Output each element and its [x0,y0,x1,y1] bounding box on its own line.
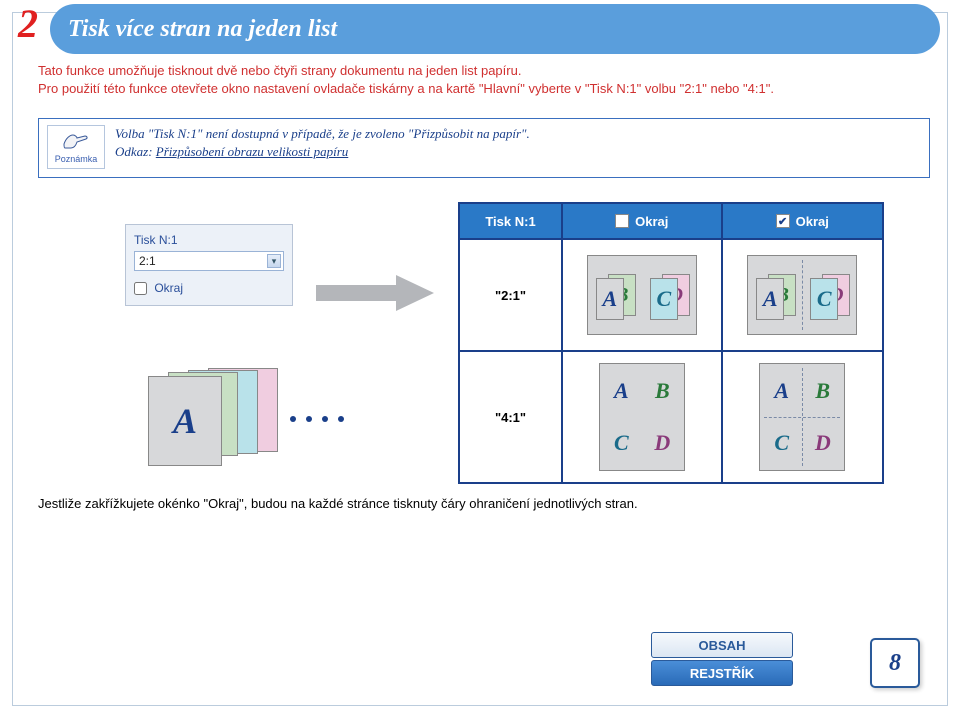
section-number: 2 [18,0,38,47]
obsah-button[interactable]: OBSAH [651,632,793,658]
ellipsis-dots [290,416,344,422]
note-body: Volba "Tisk N:1" není dostupná v případě… [115,125,530,160]
note-line1: Volba "Tisk N:1" není dostupná v případě… [115,125,530,143]
q-c: C [600,416,643,470]
hdr-okraj-off: Okraj [563,204,723,240]
page-number: 8 [870,638,920,688]
intro-p1: Tato funkce umožňuje tisknout dvě nebo č… [38,62,930,80]
cell-2to1-on: B A D C [723,240,882,352]
checkbox-on-icon: ✔ [776,214,790,228]
hdr-tisk: Tisk N:1 [460,204,563,240]
q-a2: A [760,364,803,418]
hdr-okraj-off-label: Okraj [635,214,668,229]
dlg-field-label: Tisk N:1 [134,233,284,247]
note-box: Poznámka Volba "Tisk N:1" není dostupná … [38,118,930,178]
bottom-nav: OBSAH REJSTŘÍK [622,632,822,688]
source-pages-stack: D C B A [148,368,278,460]
cell-4to1-off: A B C D [563,352,723,482]
hdr-okraj-on-label: Okraj [796,214,829,229]
page-a: A [148,376,222,466]
cell-4to1-on: A B C D [723,352,882,482]
section-title: Tisk více stran na jeden list [50,4,940,54]
dlg-okraj-checkbox[interactable]: Okraj [134,281,183,295]
q-d2: D [801,416,844,470]
row-2to1-label: "2:1" [460,240,563,352]
row-4to1-label: "4:1" [460,352,563,482]
mini-a: A [596,278,624,320]
intro-text: Tato funkce umožňuje tisknout dvě nebo č… [38,62,930,97]
note-label: Poznámka [50,154,102,164]
hand-icon [62,130,90,152]
hdr-okraj-on: ✔ Okraj [723,204,882,240]
dlg-combo[interactable]: 2:1 ▾ [134,251,284,271]
dlg-combo-value: 2:1 [139,254,156,268]
note-link-prefix: Odkaz: [115,144,153,159]
footer-text: Jestliže zakřížkujete okénko "Okraj", bu… [38,496,930,511]
q-a: A [600,364,643,418]
cell-2to1-off: B A D C [563,240,723,352]
section-title-text: Tisk více stran na jeden list [68,16,337,43]
print-dialog-screenshot: Tisk N:1 2:1 ▾ Okraj [125,224,293,306]
note-link[interactable]: Přizpůsobení obrazu velikosti papíru [156,144,348,159]
mini-a2: A [756,278,784,320]
mini-c: C [650,278,678,320]
q-c2: C [760,416,803,470]
q-b: B [641,364,684,418]
result-table: Tisk N:1 Okraj ✔ Okraj "2:1" B A D C [458,202,884,484]
q-b2: B [801,364,844,418]
intro-p2: Pro použití této funkce otevřete okno na… [38,80,930,98]
dlg-okraj-input[interactable] [134,282,147,295]
checkbox-off-icon [615,214,629,228]
note-icon: Poznámka [47,125,105,169]
dlg-okraj-label: Okraj [154,281,183,295]
chevron-down-icon: ▾ [267,254,281,268]
q-d: D [641,416,684,470]
mini-c2: C [810,278,838,320]
rejstrik-button[interactable]: REJSTŘÍK [651,660,793,686]
arrow-icon [316,273,436,318]
